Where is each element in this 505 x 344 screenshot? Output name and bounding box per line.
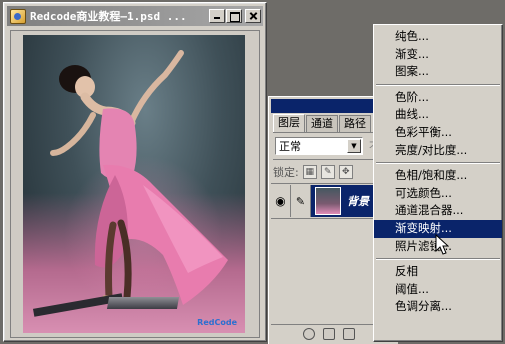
menu-item-solid-color[interactable]: 纯色... [374, 28, 502, 46]
eye-icon[interactable]: ◉ [271, 185, 291, 217]
new-group-icon[interactable] [343, 327, 355, 340]
menu-item-brightness-contrast[interactable]: 亮度/对比度... [374, 142, 502, 160]
lock-transparency-icon[interactable]: ▦ [302, 164, 317, 179]
layer-style-icon[interactable] [303, 327, 315, 340]
adjustment-layer-menu: 纯色... 渐变... 图案... 色阶... 曲线... 色彩平衡... 亮度… [373, 24, 503, 342]
menu-item-color-balance[interactable]: 色彩平衡... [374, 124, 502, 142]
layer-thumbnail [315, 187, 341, 215]
menu-separator [374, 255, 502, 263]
chevron-down-icon[interactable]: ▼ [347, 139, 361, 153]
tab-channels[interactable]: 通道 [306, 115, 338, 132]
blend-mode-value: 正常 [279, 140, 301, 153]
document-title: Redcode商业教程—1.psd ... [30, 10, 187, 23]
menu-item-hue-saturation[interactable]: 色相/饱和度... [374, 167, 502, 185]
tab-paths[interactable]: 路径 [339, 115, 371, 132]
document-titlebar[interactable]: Redcode商业教程—1.psd ... [7, 6, 263, 26]
blend-mode-select[interactable]: 正常 ▼ [275, 137, 363, 155]
dancer-figure [50, 50, 228, 305]
layer-mask-icon[interactable] [323, 327, 335, 340]
blend-row: 正常 ▼ 不 [275, 137, 380, 155]
menu-separator [374, 81, 502, 89]
minimize-button[interactable] [209, 9, 225, 23]
brush-icon: ✎ [291, 185, 311, 217]
menu-item-threshold[interactable]: 阈值... [374, 281, 502, 299]
menu-item-invert[interactable]: 反相 [374, 263, 502, 281]
lock-pixels-icon[interactable]: ✎ [320, 164, 335, 179]
maximize-button[interactable] [226, 9, 242, 23]
menu-item-curves[interactable]: 曲线... [374, 106, 502, 124]
menu-item-selective-color[interactable]: 可选颜色... [374, 185, 502, 203]
mouse-cursor-icon [435, 234, 449, 255]
photoshop-document-icon [10, 8, 26, 24]
photo-watermark: RedCode [197, 318, 237, 327]
tab-layers[interactable]: 图层 [273, 114, 305, 132]
menu-item-posterize[interactable]: 色调分离... [374, 298, 502, 316]
pedestal-top [106, 297, 180, 309]
lock-label: 锁定: [273, 165, 299, 179]
lock-position-icon[interactable]: ✥ [338, 164, 353, 179]
close-button[interactable] [245, 9, 261, 23]
menu-separator [374, 159, 502, 167]
menu-item-pattern[interactable]: 图案... [374, 63, 502, 81]
photo-dancer-image: RedCode [23, 35, 245, 333]
menu-item-channel-mixer[interactable]: 通道混合器... [374, 202, 502, 220]
menu-item-gradient[interactable]: 渐变... [374, 46, 502, 64]
document-window: Redcode商业教程—1.psd ... RedCode [3, 2, 267, 342]
layer-name: 背景 [347, 195, 369, 208]
menu-item-levels[interactable]: 色阶... [374, 89, 502, 107]
canvas-area[interactable]: RedCode [10, 30, 260, 338]
